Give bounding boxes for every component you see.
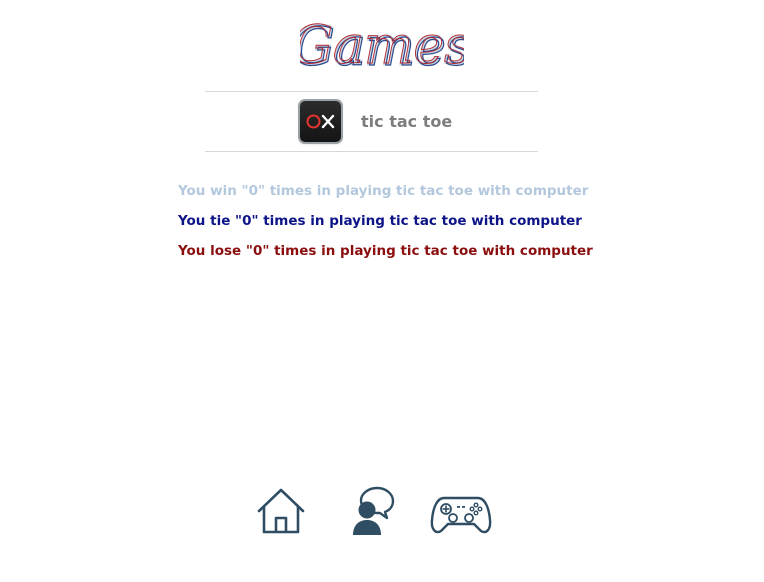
stat-win: You win "0" times in playing tic tac toe… (178, 183, 589, 199)
nav-games-button[interactable] (430, 484, 492, 540)
games-logo: Games Games Games (300, 16, 464, 79)
user-chat-icon (353, 486, 395, 535)
page: Games Games Games tic tac toe You win "0… (0, 0, 764, 582)
stat-lose: You lose "0" times in playing tic tac to… (178, 243, 593, 259)
stat-tie: You tie "0" times in playing tic tac toe… (178, 213, 582, 229)
gamepad-icon (430, 496, 492, 534)
stats-panel: You win "0" times in playing tic tac toe… (178, 176, 593, 266)
nav-home-button[interactable] (253, 484, 309, 540)
logo-text-accent: Games (300, 16, 464, 76)
nav-chat-button[interactable] (343, 484, 399, 540)
home-icon (257, 488, 305, 534)
game-title: tic tac toe (361, 112, 453, 131)
ox-icon (300, 101, 341, 142)
game-item-tic-tac-toe[interactable]: tic tac toe (205, 91, 538, 152)
